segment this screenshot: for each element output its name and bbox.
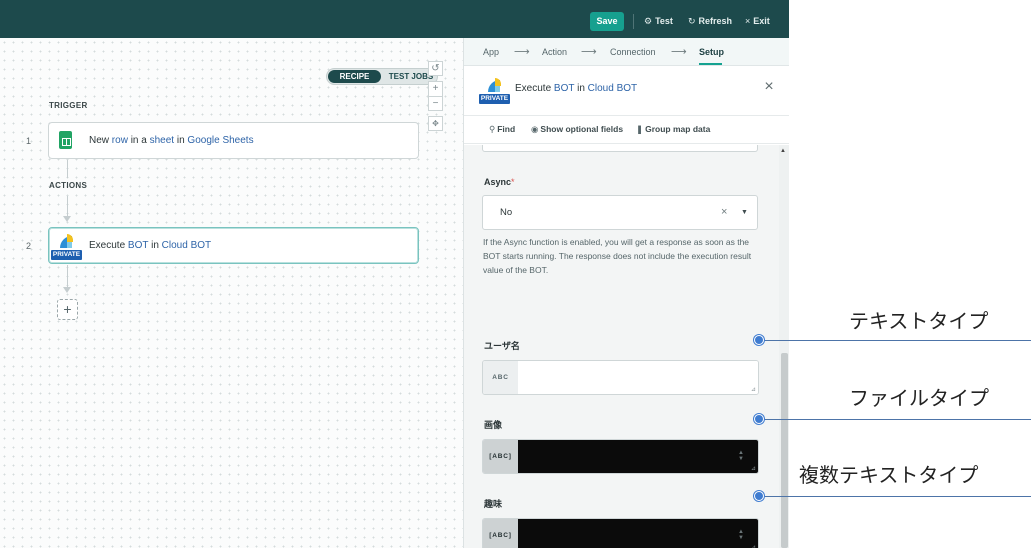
search-icon: ⚲ bbox=[489, 124, 496, 134]
arrow-right-icon: ⟶ bbox=[581, 46, 597, 58]
step-number: 1 bbox=[26, 136, 32, 146]
step-config-panel: App ⟶ Action ⟶ Connection ⟶ Setup PRIVAT… bbox=[463, 38, 789, 548]
connector-line bbox=[67, 160, 68, 178]
breadcrumb-setup[interactable]: Setup bbox=[699, 38, 724, 66]
private-badge: PRIVATE bbox=[51, 250, 82, 260]
resize-handle-icon[interactable]: ⊿ bbox=[751, 386, 756, 393]
breadcrumb-action[interactable]: Action bbox=[542, 38, 567, 66]
add-step-button[interactable]: + bbox=[57, 299, 78, 320]
actions-label: ACTIONS bbox=[49, 181, 88, 190]
callout-line bbox=[760, 496, 1031, 497]
fields-scroll-area[interactable]: Async* No × ▼ If the Async function is e… bbox=[464, 145, 779, 548]
exit-label: Exit bbox=[753, 16, 770, 26]
find-button[interactable]: ⚲ Find bbox=[489, 116, 515, 144]
username-field[interactable]: ABC ⊿ bbox=[482, 360, 759, 395]
columns-icon: ❚ bbox=[636, 124, 644, 134]
list-type-icon: [ABC] bbox=[483, 519, 518, 548]
cloud-bot-icon bbox=[58, 234, 78, 249]
test-button[interactable]: ⚙ Test bbox=[644, 12, 673, 31]
clear-icon[interactable]: × bbox=[721, 196, 727, 229]
callout-line bbox=[760, 419, 1031, 420]
action-step-card[interactable]: PRIVATE Execute BOT in Cloud BOT bbox=[48, 227, 419, 264]
hobby-input[interactable] bbox=[518, 519, 758, 548]
group-map-data-button[interactable]: ❚ Group map data bbox=[636, 116, 710, 144]
trigger-label: TRIGGER bbox=[49, 101, 88, 110]
arrow-down-icon bbox=[63, 287, 71, 293]
save-button[interactable]: Save bbox=[590, 12, 624, 31]
trigger-step-card[interactable]: New row in a sheet in Google Sheets bbox=[48, 122, 419, 159]
callout-text-type: テキストタイプ bbox=[849, 309, 989, 333]
fit-view-icon[interactable]: ✥ bbox=[428, 116, 443, 131]
image-field[interactable]: [ABC] ▲ ▼ ⊿ bbox=[482, 439, 759, 474]
arrow-down-icon bbox=[63, 216, 71, 222]
tab-recipe[interactable]: RECIPE bbox=[328, 70, 381, 83]
hobby-field[interactable]: [ABC] ▲ ▼ ⊿ bbox=[482, 518, 759, 548]
scroll-up-icon[interactable]: ▲ bbox=[780, 148, 786, 154]
previous-field-input[interactable] bbox=[482, 145, 758, 152]
resize-handle-icon[interactable]: ⊿ bbox=[751, 465, 756, 472]
show-optional-fields-button[interactable]: ◉ Show optional fields bbox=[531, 116, 623, 144]
connector-line bbox=[67, 265, 68, 287]
hobby-label: 趣味 bbox=[484, 499, 503, 509]
exit-button[interactable]: × Exit bbox=[745, 12, 770, 31]
arrow-right-icon: ⟶ bbox=[514, 46, 530, 58]
stepper-icon[interactable]: ▲ ▼ bbox=[738, 529, 744, 541]
breadcrumb: App ⟶ Action ⟶ Connection ⟶ Setup bbox=[464, 38, 789, 66]
image-input[interactable] bbox=[518, 440, 758, 473]
callout-dot bbox=[754, 414, 764, 424]
refresh-icon: ↻ bbox=[688, 16, 696, 26]
active-tab-underline bbox=[699, 63, 722, 65]
callout-line bbox=[760, 340, 1031, 341]
arrow-right-icon: ⟶ bbox=[671, 46, 687, 58]
chevron-down-icon[interactable]: ▼ bbox=[741, 196, 748, 229]
username-label: ユーザ名 bbox=[484, 341, 520, 351]
panel-tools: ⚲ Find ◉ Show optional fields ❚ Group map d… bbox=[464, 116, 789, 144]
refresh-label: Refresh bbox=[698, 16, 733, 26]
text-type-icon: ABC bbox=[483, 361, 518, 394]
private-badge: PRIVATE bbox=[479, 94, 510, 104]
async-select[interactable]: No × ▼ bbox=[482, 195, 758, 230]
close-icon[interactable]: × bbox=[761, 79, 777, 95]
breadcrumb-app[interactable]: App bbox=[483, 38, 499, 66]
trigger-step-text: New row in a sheet in Google Sheets bbox=[89, 135, 254, 146]
resize-handle-icon[interactable]: ⊿ bbox=[751, 544, 756, 548]
top-toolbar: Save ⚙ Test ↻ Refresh × Exit bbox=[0, 0, 789, 38]
callout-dot bbox=[754, 491, 764, 501]
async-help-text: If the Async function is enabled, you wi… bbox=[483, 237, 752, 275]
username-input[interactable] bbox=[518, 361, 758, 394]
eye-icon: ◉ bbox=[531, 124, 539, 134]
callout-multi-text-type: 複数テキストタイプ bbox=[799, 463, 979, 487]
async-label: Async* bbox=[484, 177, 515, 187]
scrollbar-thumb[interactable] bbox=[781, 353, 788, 548]
async-selected-value: No bbox=[500, 207, 513, 218]
breadcrumb-connection[interactable]: Connection bbox=[610, 38, 656, 66]
list-type-icon: [ABC] bbox=[483, 440, 518, 473]
test-label: Test bbox=[655, 16, 673, 26]
step-number: 2 bbox=[26, 241, 32, 251]
zoom-out-button[interactable]: − bbox=[428, 96, 443, 111]
cloud-bot-icon bbox=[486, 78, 506, 93]
refresh-button[interactable]: ↻ Refresh bbox=[688, 12, 732, 31]
panel-title: Execute BOT in Cloud BOT bbox=[515, 83, 638, 94]
panel-header: PRIVATE Execute BOT in Cloud BOT × bbox=[464, 66, 789, 116]
gear-icon: ⚙ bbox=[644, 16, 653, 26]
recipe-testjobs-toggle: RECIPE TEST JOBS bbox=[326, 68, 438, 85]
connector-line bbox=[67, 196, 68, 216]
google-sheets-icon bbox=[59, 131, 72, 149]
zoom-in-button[interactable]: + bbox=[428, 81, 443, 96]
stepper-icon[interactable]: ▲ ▼ bbox=[738, 450, 744, 462]
callout-dot bbox=[754, 335, 764, 345]
toolbar-divider bbox=[633, 14, 634, 29]
callout-file-type: ファイルタイプ bbox=[849, 386, 989, 410]
recipe-canvas: RECIPE TEST JOBS ↺ + − ✥ TRIGGER 1 New r… bbox=[0, 38, 463, 548]
undo-zoom-icon[interactable]: ↺ bbox=[428, 61, 443, 76]
image-label: 画像 bbox=[484, 420, 503, 430]
close-icon: × bbox=[745, 16, 751, 26]
action-step-text: Execute BOT in Cloud BOT bbox=[89, 240, 212, 251]
